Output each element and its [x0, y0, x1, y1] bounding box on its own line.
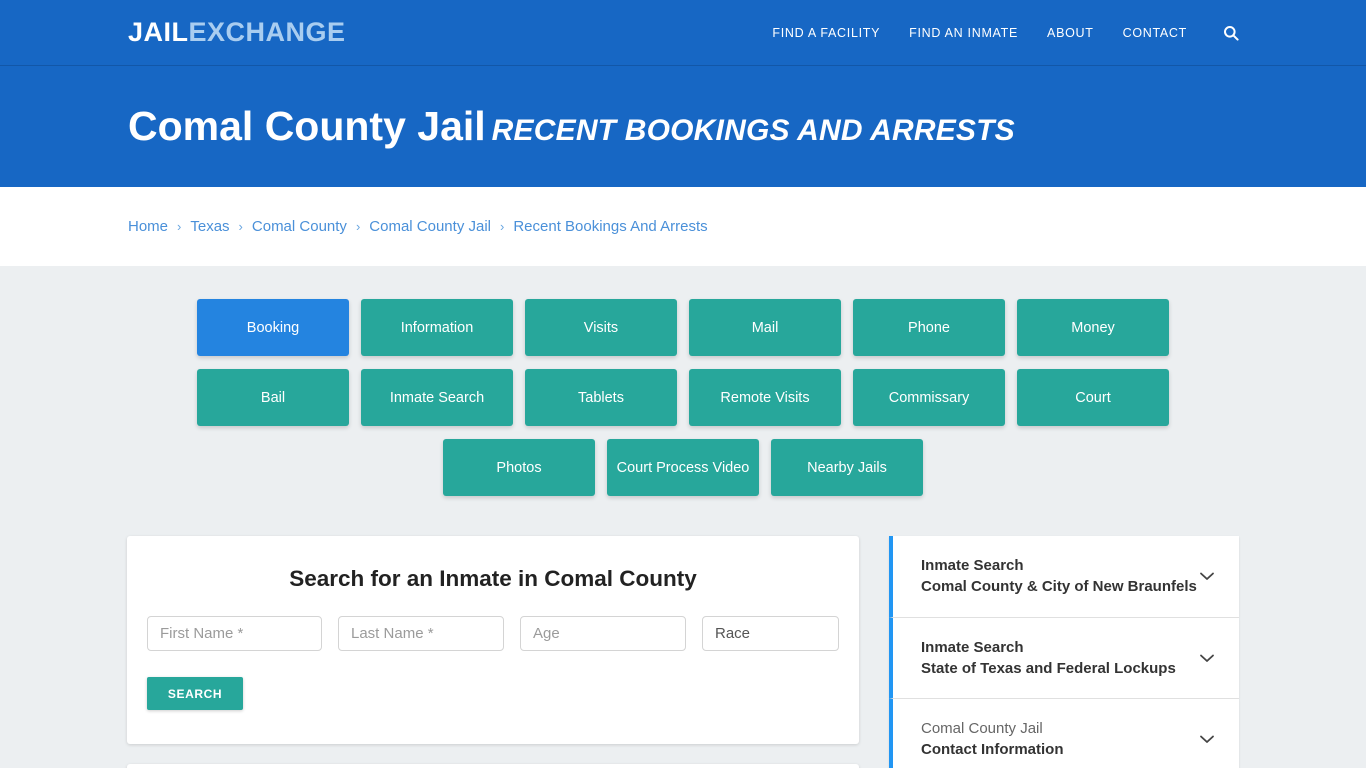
main-column: Search for an Inmate in Comal County Rac…: [127, 536, 859, 768]
breadcrumb-item-comal-county[interactable]: Comal County: [252, 218, 347, 235]
breadcrumb-separator-icon: ›: [500, 219, 505, 234]
site-header: JAILEXCHANGE FIND A FACILITY FIND AN INM…: [0, 0, 1366, 65]
last-name-input[interactable]: [338, 616, 504, 651]
tab-remote-visits[interactable]: Remote Visits: [689, 369, 841, 426]
age-input[interactable]: [520, 616, 686, 651]
accordion-title: Inmate Search: [921, 557, 1024, 574]
tab-mail[interactable]: Mail: [689, 299, 841, 356]
page-title: Comal County Jail RECENT BOOKINGS AND ARR…: [128, 102, 1015, 149]
breadcrumb-separator-icon: ›: [238, 219, 243, 234]
nav-item-find-a-facility[interactable]: FIND A FACILITY: [772, 26, 880, 40]
primary-nav: FIND A FACILITY FIND AN INMATE ABOUT CON…: [772, 24, 1240, 42]
tab-tablets[interactable]: Tablets: [525, 369, 677, 426]
nav-item-about[interactable]: ABOUT: [1047, 26, 1094, 40]
tab-booking[interactable]: Booking: [197, 299, 349, 356]
search-icon[interactable]: [1222, 24, 1240, 42]
sidebar: Inmate Search Comal County & City of New…: [889, 536, 1239, 768]
inmate-search-panel: Search for an Inmate in Comal County Rac…: [127, 536, 859, 744]
tab-court-process-video[interactable]: Court Process Video: [607, 439, 759, 496]
section-tab-grid: Booking Information Visits Mail Phone Mo…: [137, 299, 1229, 496]
breadcrumb-item-texas[interactable]: Texas: [190, 218, 229, 235]
faq-panel: Frequently Asked Questions about Comal C…: [127, 764, 859, 768]
chevron-down-icon[interactable]: [1196, 728, 1218, 750]
tab-bail[interactable]: Bail: [197, 369, 349, 426]
tab-inmate-search[interactable]: Inmate Search: [361, 369, 513, 426]
logo-text-primary: JAIL: [128, 17, 189, 47]
page-content: Booking Information Visits Mail Phone Mo…: [0, 266, 1366, 768]
accordion-inmate-search-county[interactable]: Inmate Search Comal County & City of New…: [889, 536, 1239, 618]
breadcrumb-item-comal-county-jail[interactable]: Comal County Jail: [369, 218, 491, 235]
accordion-subtitle: Contact Information: [921, 741, 1064, 759]
search-panel-heading: Search for an Inmate in Comal County: [289, 566, 697, 591]
accordion-inmate-search-state[interactable]: Inmate Search State of Texas and Federal…: [889, 617, 1239, 700]
page-title-subtitle: RECENT BOOKINGS AND ARRESTS: [491, 113, 1015, 147]
nav-item-contact[interactable]: CONTACT: [1123, 26, 1187, 40]
tab-nearby-jails[interactable]: Nearby Jails: [771, 439, 923, 496]
accordion-subtitle: State of Texas and Federal Lockups: [921, 659, 1176, 677]
page-hero: Comal County Jail RECENT BOOKINGS AND ARR…: [0, 65, 1366, 187]
accordion-subtitle: Comal County & City of New Braunfels: [921, 578, 1197, 596]
tab-information[interactable]: Information: [361, 299, 513, 356]
breadcrumb: Home › Texas › Comal County › Comal Coun…: [128, 218, 708, 235]
accordion-contact-information[interactable]: Comal County Jail Contact Information: [889, 699, 1239, 768]
tab-phone[interactable]: Phone: [853, 299, 1005, 356]
accordion-title: Comal County Jail: [921, 720, 1043, 738]
main-columns: Search for an Inmate in Comal County Rac…: [127, 536, 1239, 768]
breadcrumb-item-home[interactable]: Home: [128, 218, 168, 235]
chevron-down-icon[interactable]: [1196, 647, 1218, 669]
tab-commissary[interactable]: Commissary: [853, 369, 1005, 426]
tab-money[interactable]: Money: [1017, 299, 1169, 356]
nav-item-find-an-inmate[interactable]: FIND AN INMATE: [909, 26, 1018, 40]
breadcrumb-bar: Home › Texas › Comal County › Comal Coun…: [0, 187, 1366, 266]
logo-text-secondary: EXCHANGE: [188, 17, 346, 47]
first-name-input[interactable]: [147, 616, 322, 651]
page-title-main: Comal County Jail: [128, 102, 486, 149]
tab-photos[interactable]: Photos: [443, 439, 595, 496]
chevron-down-icon[interactable]: [1196, 565, 1218, 587]
site-logo[interactable]: JAILEXCHANGE: [128, 19, 346, 46]
tab-court[interactable]: Court: [1017, 369, 1169, 426]
search-field-row: Race: [147, 616, 839, 651]
race-select[interactable]: Race: [702, 616, 839, 651]
breadcrumb-item-current: Recent Bookings And Arrests: [513, 218, 708, 235]
accordion-title: Inmate Search: [921, 638, 1024, 656]
search-submit-button[interactable]: SEARCH: [147, 677, 243, 710]
tab-visits[interactable]: Visits: [525, 299, 677, 356]
breadcrumb-separator-icon: ›: [177, 219, 182, 234]
breadcrumb-separator-icon: ›: [355, 219, 361, 234]
